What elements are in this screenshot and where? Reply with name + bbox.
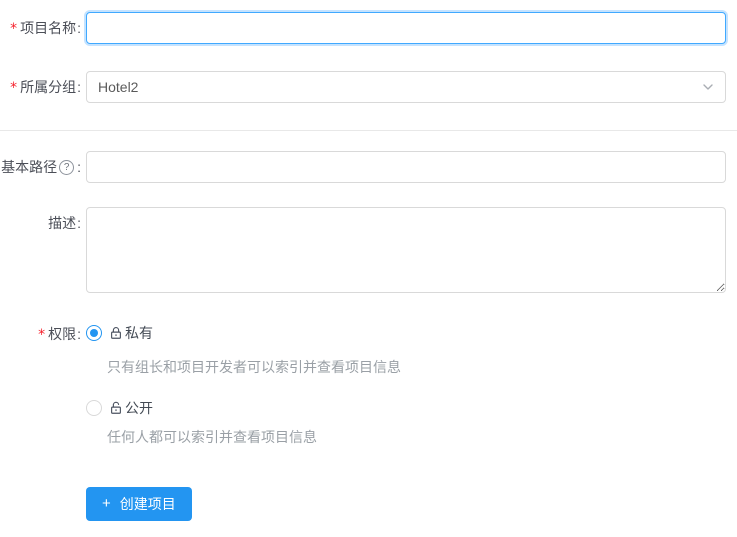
radio-public-text: 公开 [109, 399, 153, 417]
description-control [86, 207, 726, 293]
form-row-permission: * 权限: 私有 只有组长和项目开发者可以索引并查看项目信息 公开 任何人都可以… [0, 324, 737, 447]
form-row-base-path: 基本路径?: [0, 151, 737, 183]
create-project-button-label: 创建项目 [119, 496, 176, 512]
required-mark: * [10, 21, 18, 37]
plus-icon: + [102, 494, 111, 512]
project-name-label-text: 项目名称 [20, 20, 77, 36]
form-row-submit: + 创建项目 [0, 487, 737, 521]
base-path-control [86, 151, 726, 183]
form-row-project-name: * 项目名称: [0, 12, 737, 45]
group-select-value: Hotel2 [98, 79, 139, 95]
description-textarea[interactable] [86, 207, 726, 293]
required-mark: * [38, 327, 46, 343]
help-icon[interactable]: ? [59, 159, 75, 175]
radio-option-public[interactable]: 公开 [86, 399, 726, 417]
base-path-label-text: 基本路径 [1, 159, 58, 175]
label-colon: : [77, 326, 81, 342]
form-row-group: * 所属分组: Hotel2 [0, 71, 737, 104]
permission-label-text: 权限 [48, 326, 77, 342]
public-permission-description: 任何人都可以索引并查看项目信息 [107, 429, 317, 445]
project-name-label: * 项目名称: [0, 12, 86, 45]
private-permission-description: 只有组长和项目开发者可以索引并查看项目信息 [107, 359, 401, 375]
project-name-input[interactable] [86, 12, 726, 44]
lock-closed-icon [111, 327, 121, 339]
group-label: * 所属分组: [0, 71, 86, 104]
base-path-label: 基本路径?: [0, 151, 86, 183]
label-colon: : [77, 159, 81, 175]
radio-public[interactable] [86, 400, 102, 416]
radio-private-text: 私有 [109, 324, 153, 342]
radio-private[interactable] [86, 325, 102, 341]
label-colon: : [77, 215, 81, 231]
group-control: Hotel2 [86, 71, 726, 103]
required-mark: * [10, 80, 18, 96]
description-label-text: 描述 [48, 215, 77, 231]
project-name-control [86, 12, 726, 44]
form-row-description: 描述: [0, 207, 737, 293]
section-divider [0, 130, 737, 131]
radio-public-label: 公开 [125, 400, 153, 416]
permission-radio-group: 私有 只有组长和项目开发者可以索引并查看项目信息 公开 任何人都可以索引并查看项… [86, 324, 726, 447]
permission-label: * 权限: [0, 324, 86, 344]
group-select[interactable]: Hotel2 [86, 71, 726, 103]
radio-option-private[interactable]: 私有 [86, 324, 726, 342]
radio-private-label: 私有 [125, 325, 153, 341]
base-path-input[interactable] [86, 151, 726, 183]
create-project-button[interactable]: + 创建项目 [86, 487, 192, 521]
lock-open-icon [111, 401, 121, 414]
chevron-down-icon [703, 84, 713, 90]
label-colon: : [77, 20, 81, 36]
description-label: 描述: [0, 207, 86, 239]
group-label-text: 所属分组 [20, 79, 77, 95]
create-project-form: *项目名称: *所属分组: Hotel2 基本路径?: 描述: *权限: [0, 12, 737, 537]
label-colon: : [77, 79, 81, 95]
